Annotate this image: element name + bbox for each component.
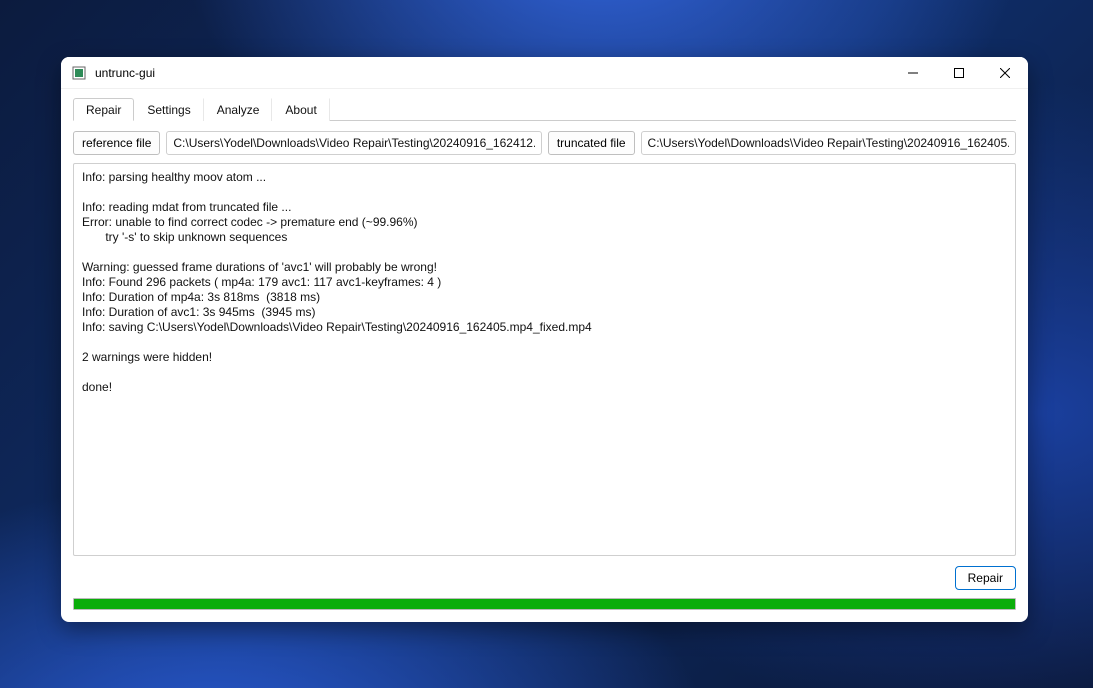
- maximize-button[interactable]: [936, 57, 982, 89]
- truncated-file-input[interactable]: [641, 131, 1016, 155]
- tab-repair[interactable]: Repair: [73, 98, 134, 121]
- window-controls: [890, 57, 1028, 89]
- minimize-button[interactable]: [890, 57, 936, 89]
- close-button[interactable]: [982, 57, 1028, 89]
- truncated-file-button[interactable]: truncated file: [548, 131, 635, 155]
- repair-button[interactable]: Repair: [955, 566, 1016, 590]
- titlebar[interactable]: untrunc-gui: [61, 57, 1028, 89]
- log-output[interactable]: Info: parsing healthy moov atom ... Info…: [73, 163, 1016, 556]
- action-row: Repair: [73, 566, 1016, 590]
- file-row: reference file truncated file: [73, 131, 1016, 155]
- progress-bar: [73, 598, 1016, 610]
- reference-file-input[interactable]: [166, 131, 541, 155]
- app-icon: [71, 65, 87, 81]
- app-window: untrunc-gui Repair Settings Analyze Abou…: [61, 57, 1028, 622]
- tab-analyze[interactable]: Analyze: [204, 98, 273, 121]
- window-title: untrunc-gui: [95, 66, 155, 80]
- client-area: Repair Settings Analyze About reference …: [61, 89, 1028, 622]
- tab-about[interactable]: About: [272, 98, 329, 121]
- tab-bar: Repair Settings Analyze About: [73, 97, 1016, 121]
- tab-settings[interactable]: Settings: [134, 98, 203, 121]
- reference-file-button[interactable]: reference file: [73, 131, 160, 155]
